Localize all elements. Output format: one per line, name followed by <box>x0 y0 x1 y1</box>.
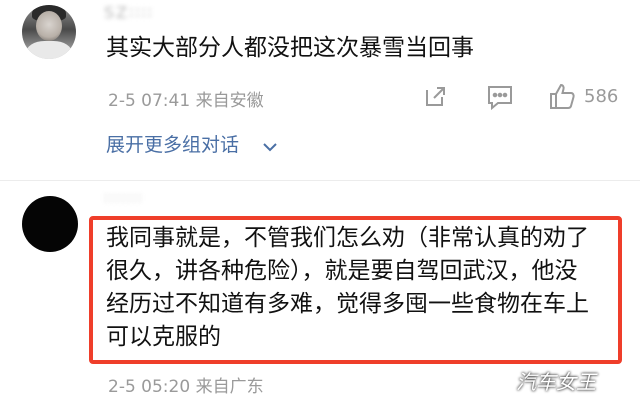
comment-time: 2-5 05:20 <box>108 377 191 397</box>
watermark: 汽车女王 <box>516 370 596 394</box>
comment-time: 2-5 07:41 <box>108 91 191 111</box>
comment-line: 很久，讲各种危险），就是要自驾回武汉，他没 <box>106 258 578 284</box>
comment-meta: 2-5 05:20 来自广东 <box>108 372 264 397</box>
like-icon[interactable] <box>548 82 576 110</box>
comment-location: 来自安徽 <box>195 91 264 111</box>
like-count: 586 <box>584 86 619 107</box>
divider <box>0 180 640 181</box>
comment-line: 经历过不知道有多难，觉得多囤一些食物在车上 <box>106 291 589 317</box>
username[interactable]: ∶∶∶∶∶∶∶ <box>104 191 194 207</box>
reply-icon[interactable] <box>486 84 514 111</box>
comment-location: 来自广东 <box>195 377 264 397</box>
share-icon[interactable] <box>424 84 448 108</box>
avatar[interactable] <box>22 196 78 252</box>
username[interactable]: SZ∶∶∶∶ <box>104 3 174 22</box>
comment-text: 我同事就是，不管我们怎么劝（非常认真的劝了 很久，讲各种危险），就是要自驾回武汉… <box>106 222 611 354</box>
comment-meta: 2-5 07:41 来自安徽 <box>108 86 264 111</box>
comment-line: 我同事就是，不管我们怎么劝（非常认真的劝了 <box>106 225 589 251</box>
avatar[interactable] <box>22 5 76 59</box>
chevron-down-icon[interactable] <box>263 137 277 152</box>
comment-text: 其实大部分人都没把这次暴雪当回事 <box>106 35 474 61</box>
expand-replies-link[interactable]: 展开更多组对话 <box>106 130 239 157</box>
comment-line: 可以克服的 <box>106 324 221 350</box>
